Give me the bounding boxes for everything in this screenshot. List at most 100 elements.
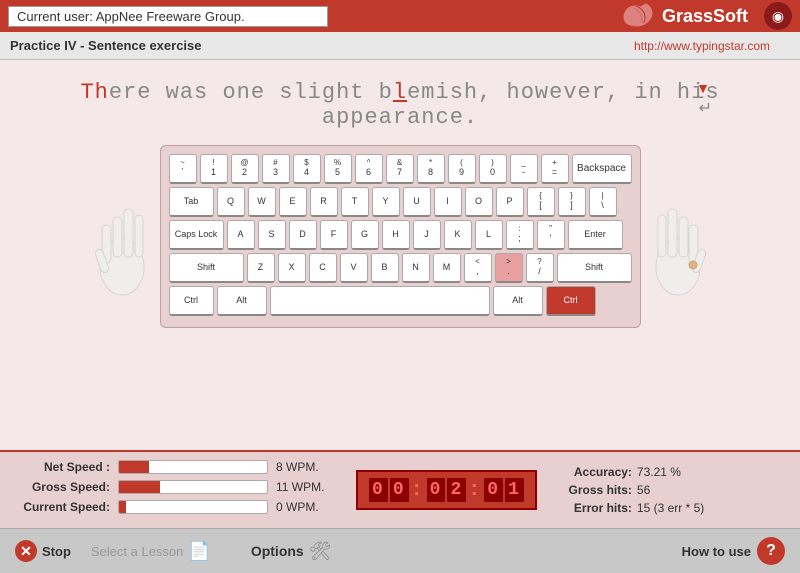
timer-d5: 0 [484,478,503,502]
how-to-use-button[interactable]: How to use ? [682,537,785,565]
main-area: There was one slight blemish, however, i… [0,60,800,450]
key-a[interactable]: A [227,220,255,250]
key-p[interactable]: P [496,187,524,217]
key-u[interactable]: U [403,187,431,217]
timer-d2: 0 [390,478,409,502]
timer-d3: 0 [427,478,446,502]
camera-icon: ◉ [764,2,792,30]
options-icon: 🛠 [309,541,332,562]
gross-speed-row: Gross Speed: 11 WPM. [15,480,336,494]
key-c[interactable]: C [309,253,337,283]
key-backtick[interactable]: ~` [169,154,197,184]
key-l[interactable]: L [475,220,503,250]
key-q[interactable]: Q [217,187,245,217]
key-y[interactable]: Y [372,187,400,217]
stats-right: Accuracy: 73.21 % Gross hits: 56 Error h… [557,460,785,520]
gross-speed-label: Gross Speed: [15,480,110,494]
current-speed-value: 0 WPM. [276,500,336,514]
key-slash[interactable]: ?/ [526,253,554,283]
key-period[interactable]: >. [495,253,523,283]
stop-label: Stop [42,544,71,559]
key-5[interactable]: %5 [324,154,352,184]
key-semicolon[interactable]: :; [506,220,534,250]
logo-leaf-icon [616,1,656,31]
error-char: l [393,80,407,105]
sentence-remaining: ere was one slight b [109,80,393,105]
gross-hits-value: 56 [637,483,650,497]
key-f[interactable]: F [320,220,348,250]
right-hand [651,177,706,297]
key-b[interactable]: B [371,253,399,283]
key-x[interactable]: X [278,253,306,283]
key-r[interactable]: R [310,187,338,217]
key-alt-left[interactable]: Alt [217,286,267,316]
key-0[interactable]: )0 [479,154,507,184]
key-caps-lock[interactable]: Caps Lock [169,220,224,250]
user-label: Current user: AppNee Freeware Group. [8,6,328,27]
key-o[interactable]: O [465,187,493,217]
key-2[interactable]: @2 [231,154,259,184]
accuracy-row: Accuracy: 73.21 % [557,465,785,479]
key-rbracket[interactable]: }] [558,187,586,217]
key-i[interactable]: I [434,187,462,217]
options-button[interactable]: Options 🛠 [251,541,332,562]
stop-button[interactable]: ✕ Stop [15,540,71,562]
gross-speed-value: 11 WPM. [276,480,336,494]
key-1[interactable]: !1 [200,154,228,184]
subheader: Practice IV - Sentence exercise http://w… [0,32,800,60]
key-equals[interactable]: += [541,154,569,184]
key-backspace[interactable]: Backspace [572,154,632,184]
error-hits-row: Error hits: 15 (3 err * 5) [557,501,785,515]
key-tab[interactable]: Tab [169,187,214,217]
logo-area: GrassSoft ◉ [616,1,792,31]
key-6[interactable]: ^6 [355,154,383,184]
key-enter[interactable]: Enter [568,220,623,250]
key-m[interactable]: M [433,253,461,283]
key-comma[interactable]: <, [464,253,492,283]
key-9[interactable]: (9 [448,154,476,184]
key-w[interactable]: W [248,187,276,217]
key-z[interactable]: Z [247,253,275,283]
website-url: http://www.typingstar.com [634,39,770,53]
key-ctrl-right[interactable]: Ctrl [546,286,596,316]
key-backslash[interactable]: |\ [589,187,617,217]
key-alt-right[interactable]: Alt [493,286,543,316]
current-speed-bar-fill [119,501,126,513]
accuracy-value: 73.21 % [637,465,681,479]
key-j[interactable]: J [413,220,441,250]
keyboard-container: ~` !1 @2 #3 $4 %5 ^6 &7 *8 (9 )0 _- += B… [10,145,790,328]
key-shift-right[interactable]: Shift [557,253,632,283]
key-k[interactable]: K [444,220,472,250]
key-3[interactable]: #3 [262,154,290,184]
key-row-3: Caps Lock A S D F G H J K L :; "' Enter [169,220,632,250]
select-lesson-button[interactable]: Select a Lesson 📄 [91,541,211,562]
key-4[interactable]: $4 [293,154,321,184]
key-8[interactable]: *8 [417,154,445,184]
key-d[interactable]: D [289,220,317,250]
footer: ✕ Stop Select a Lesson 📄 Options 🛠 How t… [0,528,800,573]
header: Current user: AppNee Freeware Group. Gra… [0,0,800,32]
key-ctrl-left[interactable]: Ctrl [169,286,214,316]
key-v[interactable]: V [340,253,368,283]
key-shift-left[interactable]: Shift [169,253,244,283]
key-quote[interactable]: "' [537,220,565,250]
key-t[interactable]: T [341,187,369,217]
key-7[interactable]: &7 [386,154,414,184]
logo-text: GrassSoft [662,6,748,27]
key-n[interactable]: N [402,253,430,283]
key-space[interactable] [270,286,490,316]
net-speed-label: Net Speed : [15,460,110,474]
keyboard: ~` !1 @2 #3 $4 %5 ^6 &7 *8 (9 )0 _- += B… [160,145,641,328]
accuracy-label: Accuracy: [557,465,632,479]
key-h[interactable]: H [382,220,410,250]
net-speed-bar-fill [119,461,149,473]
sentence-area: There was one slight blemish, however, i… [10,70,790,135]
key-s[interactable]: S [258,220,286,250]
timer-display: 0 0 : 0 2 : 0 1 [356,470,537,510]
key-e[interactable]: E [279,187,307,217]
key-g[interactable]: G [351,220,379,250]
key-minus[interactable]: _- [510,154,538,184]
gross-speed-bar-fill [119,481,160,493]
key-lbracket[interactable]: {[ [527,187,555,217]
options-label: Options [251,543,304,559]
